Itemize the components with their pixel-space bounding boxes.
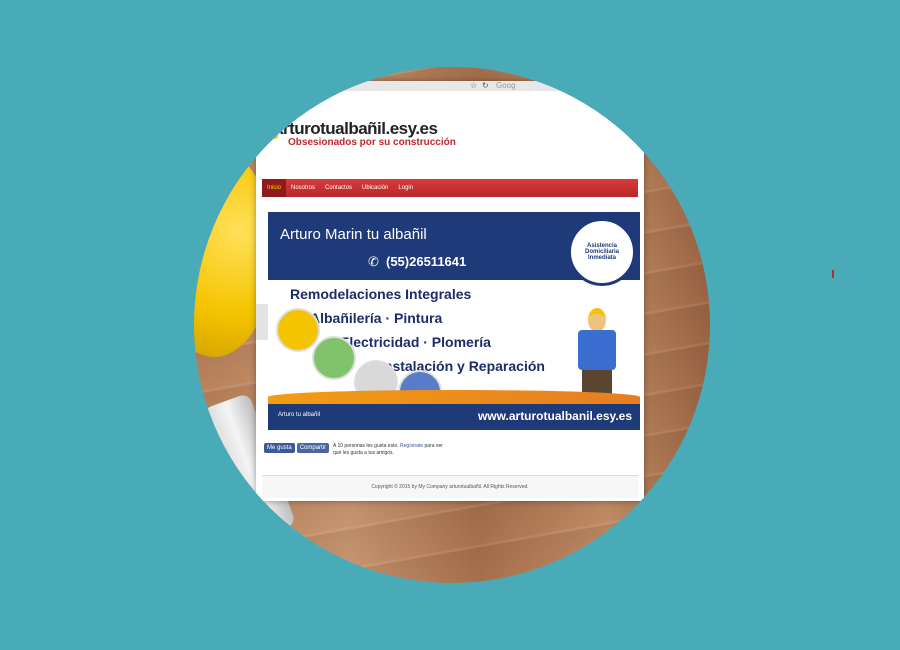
banner-url: www.arturotualbanil.esy.es (477, 409, 632, 423)
facebook-widget: Me gusta Compartir A 10 personas les gus… (264, 443, 448, 457)
page-footer: Copyright © 2015 by My Company arturotua… (262, 475, 638, 498)
like-text-before: A 10 personas les gusta esto. (333, 443, 399, 449)
banner-header: Arturo Marin tu albañil ✆ (55)26511641 A… (268, 212, 640, 286)
banner-phone: (55)26511641 (386, 254, 467, 269)
nav-item-inicio[interactable]: Inicio (262, 179, 287, 197)
star-icon[interactable]: ☆ (470, 81, 477, 90)
logo-subtitle: Obsesionados por su construcción (288, 137, 456, 148)
nav-item-login[interactable]: Login (393, 179, 418, 197)
search-field[interactable]: Goog (496, 81, 516, 90)
seal-text: Asistencia Domiciliaria Inmediata (584, 243, 619, 261)
service-line: Electricidad · Plomería (340, 334, 491, 350)
service-line: Remodelaciones Integrales (290, 286, 472, 302)
red-mark (832, 270, 834, 278)
banner-name: Arturo Marin tu albañil (280, 226, 427, 243)
nav-item-contactos[interactable]: Contactos (320, 179, 357, 197)
service-seal: Asistencia Domiciliaria Inmediata (568, 218, 636, 286)
reload-icon[interactable]: ↻ (482, 81, 489, 90)
site-logo[interactable]: arturotualbañil.esy.es Obsesionados por … (264, 119, 456, 148)
like-count-text: A 10 personas les gusta esto. Regístrate… (333, 443, 448, 457)
photo-circle: ☆ ↻ Goog arturotualbañil.esy.es Obsesion… (194, 67, 710, 583)
facebook-label: Arturo tu albañil (278, 412, 321, 418)
hard-hat-bubble (276, 308, 320, 352)
like-button[interactable]: Me gusta (264, 443, 295, 453)
orange-swoosh (268, 390, 640, 404)
nav-item-ubicacion[interactable]: Ubicación (357, 179, 393, 197)
worker-body (578, 330, 616, 370)
share-button[interactable]: Compartir (296, 443, 330, 453)
web-page: arturotualbañil.esy.es Obsesionados por … (256, 91, 644, 501)
main-nav: Inicio Nosotros Contactos Ubicación Logi… (262, 179, 638, 197)
register-link[interactable]: Regístrate (400, 443, 423, 449)
banner-footer: Arturo tu albañil www.arturotualbanil.es… (268, 404, 640, 430)
brick-icon (264, 121, 278, 139)
copyright-text: Copyright © 2015 by My Company arturotua… (371, 484, 529, 490)
paint-bubble (312, 336, 356, 380)
nav-item-nosotros[interactable]: Nosotros (286, 179, 320, 197)
browser-window: ☆ ↻ Goog arturotualbañil.esy.es Obsesion… (256, 81, 644, 501)
worker-image (568, 308, 628, 398)
hero-banner: Arturo Marin tu albañil ✆ (55)26511641 A… (268, 212, 640, 430)
slider-prev-arrow[interactable] (256, 304, 268, 340)
logo-title: arturotualbañil.esy.es (274, 119, 438, 138)
service-line: Instalación y Reparación (380, 358, 545, 374)
worker-head (588, 308, 606, 332)
phone-icon: ✆ (368, 254, 379, 269)
service-line: Albañilería · Pintura (310, 310, 443, 326)
